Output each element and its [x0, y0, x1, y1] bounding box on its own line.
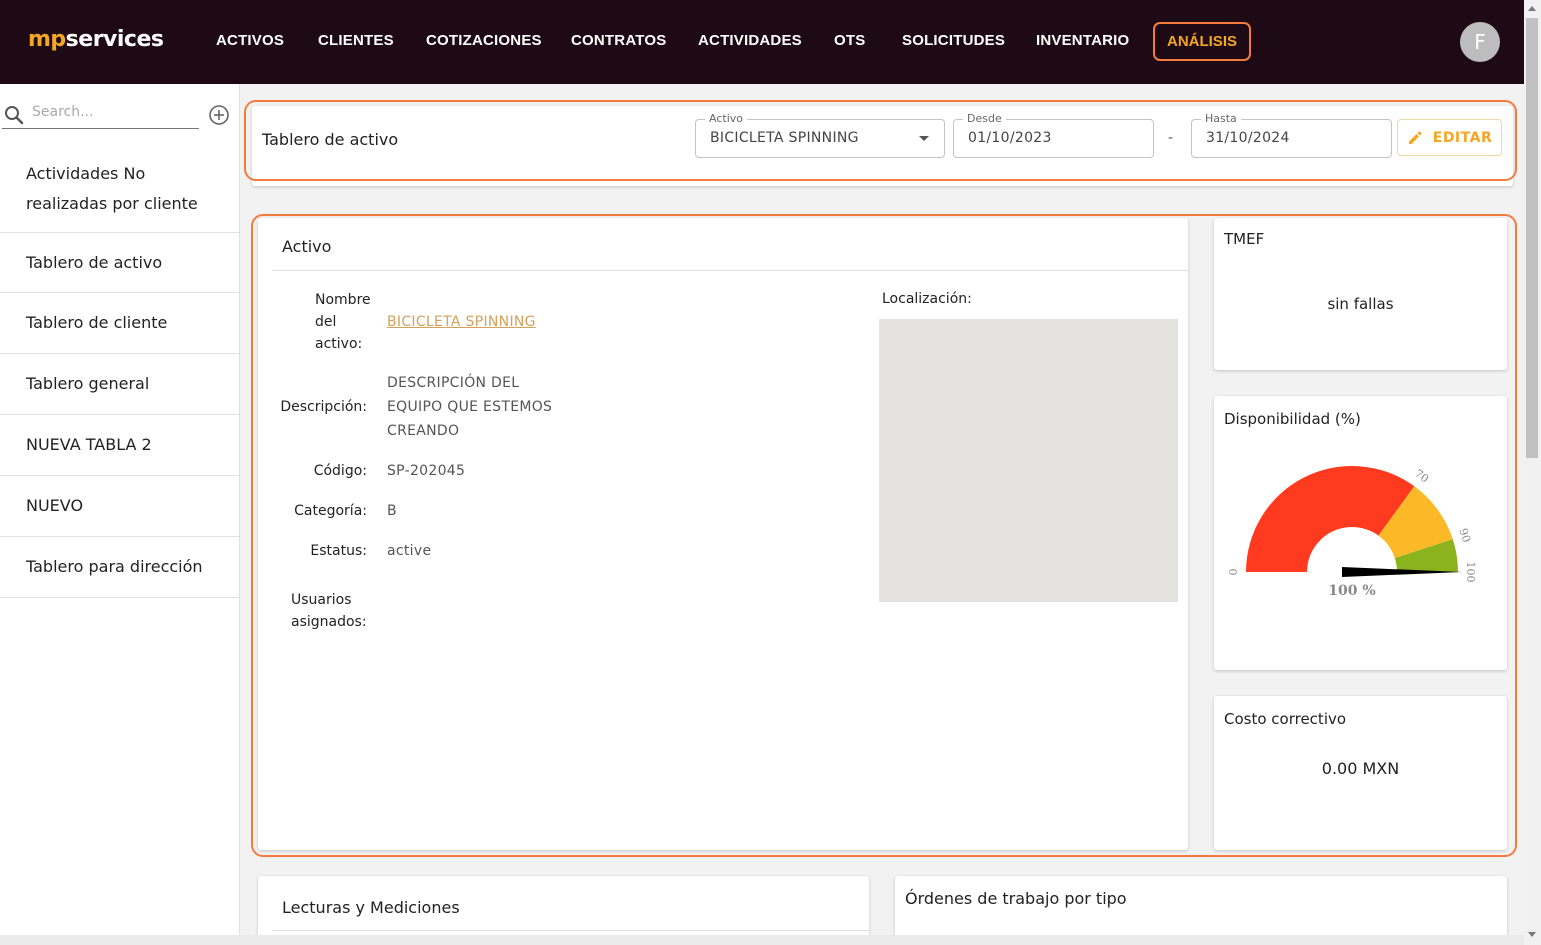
- search-box: [2, 102, 199, 129]
- date-separator: -: [1168, 130, 1174, 146]
- readings-divider: [272, 930, 869, 931]
- nav-solicitudes[interactable]: SOLICITUDES: [902, 32, 1005, 49]
- scroll-down-icon[interactable]: [1528, 932, 1536, 937]
- search-icon: [5, 106, 24, 125]
- sidebar-item-tablero-cliente[interactable]: Tablero de cliente: [0, 293, 239, 354]
- gauge-tick-label: 90: [1456, 527, 1473, 544]
- category-value: B: [387, 503, 397, 519]
- activo-select-label: Activo: [705, 112, 747, 125]
- nav-inventario[interactable]: INVENTARIO: [1036, 32, 1129, 49]
- cost-title: Costo correctivo: [1224, 710, 1347, 728]
- location-map[interactable]: [879, 319, 1178, 602]
- activo-select[interactable]: Activo BICICLETA SPINNING: [695, 112, 945, 158]
- gauge-tick-label: 0: [1227, 569, 1240, 576]
- activo-select-value: BICICLETA SPINNING: [710, 130, 859, 146]
- nav-cotizaciones[interactable]: COTIZACIONES: [426, 32, 542, 49]
- pencil-icon: [1408, 131, 1422, 144]
- nav-clientes[interactable]: CLIENTES: [318, 32, 394, 49]
- asset-card-title: Activo: [282, 237, 332, 256]
- asset-name-label: Nombre del activo:: [315, 292, 371, 352]
- asset-card-divider: [272, 270, 1188, 271]
- nav-analisis[interactable]: ANÁLISIS: [1153, 22, 1251, 61]
- desde-label: Desde: [963, 112, 1006, 125]
- brand-logo[interactable]: mpservices: [28, 27, 164, 52]
- gauge-tick-label: 70: [1412, 467, 1431, 486]
- tmef-title: TMEF: [1224, 230, 1265, 248]
- location-label: Localización:: [882, 291, 972, 307]
- sidebar: Actividades No realizadas por cliente Ta…: [0, 84, 240, 935]
- tmef-value: sin fallas: [1327, 295, 1394, 313]
- code-value: SP-202045: [387, 463, 466, 479]
- vertical-scrollbar[interactable]: [1524, 0, 1541, 945]
- sidebar-item-tablero-direccion[interactable]: Tablero para dirección: [0, 537, 239, 598]
- edit-button[interactable]: EDITAR: [1397, 119, 1502, 156]
- asset-name-link-text: BICICLETA SPINNING: [387, 314, 536, 330]
- status-value: active: [387, 543, 432, 559]
- status-label: Estatus:: [310, 543, 367, 559]
- sidebar-item-tablero-activo[interactable]: Tablero de activo: [0, 233, 239, 293]
- availability-gauge: 0 70 90 100 100 %: [1227, 466, 1477, 599]
- nav-activos[interactable]: ACTIVOS: [216, 32, 284, 49]
- gauge-value-text: 100 %: [1328, 583, 1375, 599]
- top-navbar: mpservices ACTIVOS CLIENTES COTIZACIONES…: [0, 0, 1524, 84]
- search-input[interactable]: [32, 104, 192, 120]
- page-title: Tablero de activo: [262, 130, 399, 149]
- user-avatar[interactable]: F: [1460, 22, 1500, 62]
- availability-title: Disponibilidad (%): [1224, 410, 1361, 428]
- category-label: Categoría:: [294, 503, 367, 519]
- sidebar-item-nuevo[interactable]: NUEVO: [0, 476, 239, 537]
- hasta-value: 31/10/2024: [1206, 130, 1290, 146]
- cost-value: 0.00 MXN: [1321, 759, 1400, 778]
- nav-contratos[interactable]: CONTRATOS: [571, 32, 666, 49]
- readings-title: Lecturas y Mediciones: [282, 898, 460, 917]
- scroll-up-icon[interactable]: [1528, 6, 1536, 11]
- orders-title: Órdenes de trabajo por tipo: [905, 889, 1127, 908]
- hasta-label: Hasta: [1201, 112, 1241, 125]
- assigned-users-label: Usuarios asignados:: [291, 592, 367, 630]
- brand-logo-part1: mp: [28, 27, 66, 52]
- horizontal-scrollbar[interactable]: [0, 935, 1524, 945]
- nav-ots[interactable]: OTS: [834, 32, 865, 49]
- scrollbar-thumb[interactable]: [1526, 18, 1538, 458]
- edit-button-label: EDITAR: [1432, 129, 1493, 146]
- gauge-band-0: [1246, 466, 1415, 572]
- brand-logo-part2: services: [65, 27, 164, 52]
- desde-value: 01/10/2023: [968, 130, 1052, 146]
- nav-actividades[interactable]: ACTIVIDADES: [698, 32, 802, 49]
- add-circle-icon[interactable]: [208, 104, 230, 126]
- gauge-tick-label: 100: [1464, 562, 1477, 583]
- desde-date-field[interactable]: Desde 01/10/2023: [953, 112, 1154, 158]
- sidebar-item-actividades-no-realizadas[interactable]: Actividades No realizadas por cliente: [0, 146, 239, 233]
- sidebar-item-nueva-tabla-2[interactable]: NUEVA TABLA 2: [0, 415, 239, 476]
- sidebar-item-tablero-general[interactable]: Tablero general: [0, 354, 239, 415]
- chevron-down-icon: [919, 136, 929, 141]
- description-value: DESCRIPCIÓN DEL EQUIPO QUE ESTEMOS CREAN…: [387, 375, 553, 439]
- hasta-date-field[interactable]: Hasta 31/10/2024: [1191, 112, 1392, 158]
- sidebar-list: Actividades No realizadas por cliente Ta…: [0, 146, 239, 598]
- asset-name-link[interactable]: BICICLETA SPINNING: [387, 310, 536, 334]
- code-label: Código:: [313, 463, 367, 479]
- description-label: Descripción:: [280, 399, 367, 415]
